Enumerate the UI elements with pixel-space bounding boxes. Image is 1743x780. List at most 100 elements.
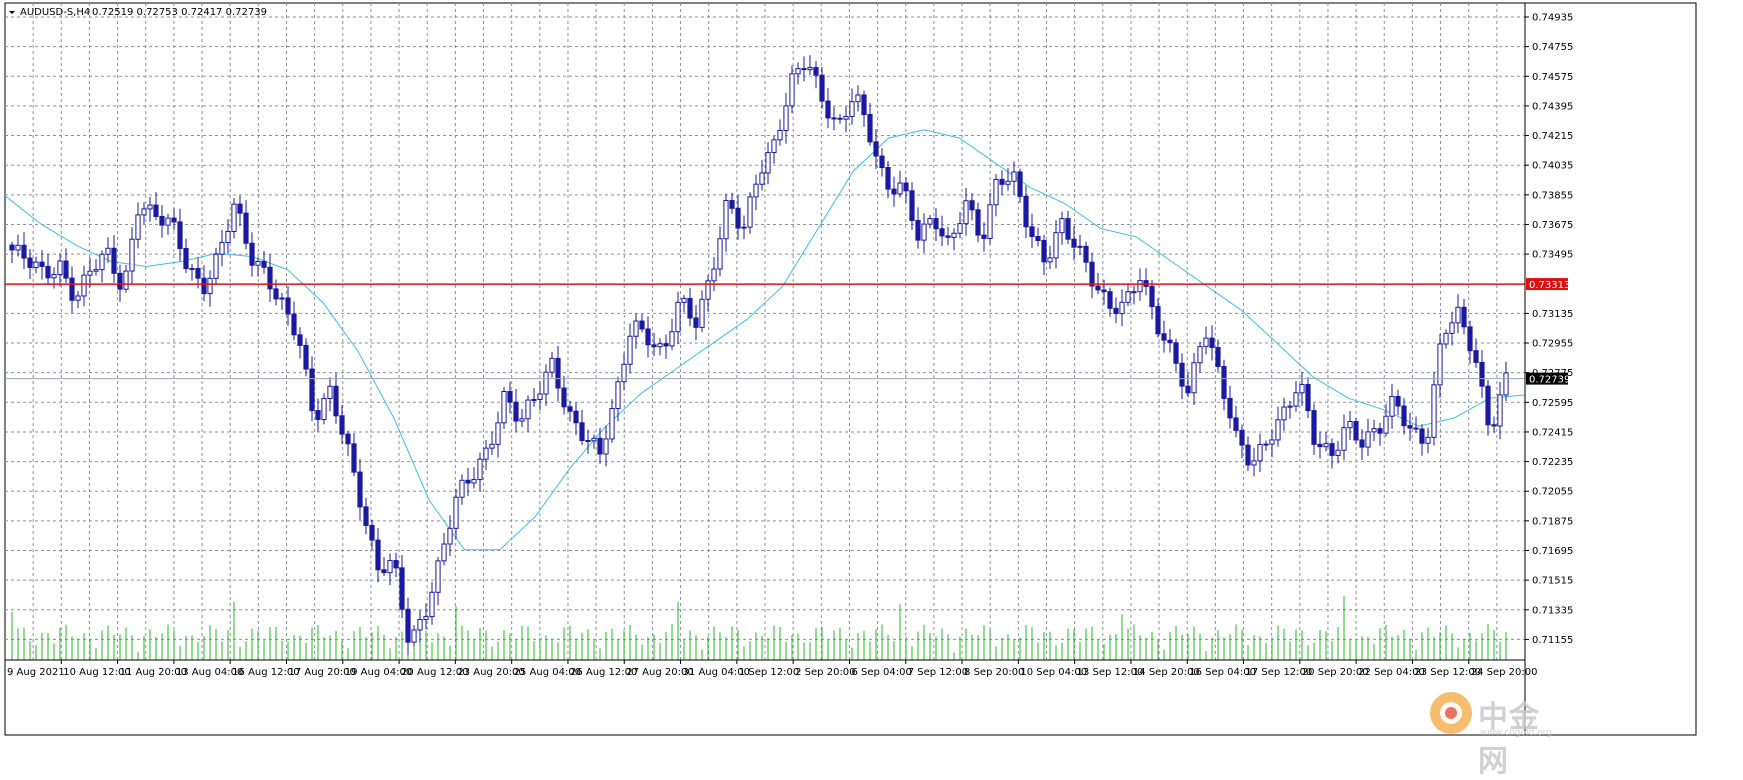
candle-body bbox=[309, 368, 315, 412]
candle-body bbox=[1035, 236, 1041, 241]
watermark-logo: 中金网 www.cngold.org bbox=[1428, 688, 1568, 779]
candle-body bbox=[1209, 337, 1215, 348]
horizontal-line-label: 0.73313 bbox=[1529, 280, 1570, 291]
y-tick-label: 0.72235 bbox=[1532, 457, 1573, 468]
candle-body bbox=[771, 139, 777, 153]
candle-body bbox=[375, 539, 381, 571]
candle-body bbox=[843, 115, 849, 120]
candle-body bbox=[1377, 428, 1383, 434]
candle-body bbox=[591, 437, 597, 442]
candle-body bbox=[1131, 291, 1137, 294]
candle-body bbox=[15, 244, 21, 251]
watermark-url: www.cngold.org bbox=[1480, 728, 1552, 738]
candle-body bbox=[669, 331, 675, 347]
candle-body bbox=[495, 422, 501, 445]
candle-body bbox=[501, 390, 507, 424]
candle-body bbox=[1113, 307, 1119, 315]
candle-body bbox=[891, 188, 897, 195]
candle-body bbox=[243, 212, 249, 244]
candle-body bbox=[1101, 289, 1107, 293]
candle-body bbox=[933, 218, 939, 230]
candle-body bbox=[579, 422, 585, 441]
symbol-label: AUDUSD-S,H4 bbox=[20, 7, 90, 18]
candle-body bbox=[1341, 427, 1347, 451]
y-tick-label: 0.73495 bbox=[1532, 250, 1573, 261]
candle-body bbox=[507, 390, 513, 403]
candle-body bbox=[33, 261, 39, 268]
candle-body bbox=[177, 221, 183, 249]
candle-body bbox=[153, 204, 159, 217]
candle-body bbox=[1149, 285, 1155, 308]
candle-body bbox=[99, 253, 105, 271]
candle-body bbox=[1119, 301, 1125, 315]
candle-body bbox=[525, 399, 531, 420]
candle-body bbox=[81, 274, 87, 297]
candle-body bbox=[471, 479, 477, 484]
candle-body bbox=[759, 172, 765, 185]
candle-body bbox=[915, 219, 921, 241]
candle-body bbox=[1029, 226, 1035, 238]
candle-body bbox=[711, 268, 717, 282]
y-tick-label: 0.74215 bbox=[1532, 131, 1573, 142]
candle-body bbox=[105, 247, 111, 255]
candle-body bbox=[621, 363, 627, 383]
candle-body bbox=[783, 105, 789, 131]
x-tick-label: 6 Sep 04:00 bbox=[851, 667, 911, 678]
candle-body bbox=[897, 182, 903, 195]
chart-header: AUDUSD-S,H4 0.72519 0.72753 0.72417 0.72… bbox=[9, 7, 267, 18]
price-chart[interactable]: 0.733130.72739 0.749350.747550.745750.74… bbox=[0, 0, 1743, 763]
candle-body bbox=[723, 200, 729, 240]
candle-body bbox=[1275, 419, 1281, 441]
candle-body bbox=[615, 381, 621, 410]
candle-body bbox=[585, 439, 591, 442]
candle-body bbox=[699, 298, 705, 328]
candle-body bbox=[327, 385, 333, 400]
candle-body bbox=[1221, 365, 1227, 399]
candle-body bbox=[441, 543, 447, 562]
candle-body bbox=[249, 242, 255, 266]
candle-body bbox=[1095, 285, 1101, 291]
candle-body bbox=[939, 228, 945, 237]
candle-body bbox=[1485, 385, 1491, 426]
candle-body bbox=[447, 527, 453, 545]
candle-body bbox=[1461, 306, 1467, 328]
ohlc-values: 0.72519 0.72753 0.72417 0.72739 bbox=[92, 7, 267, 18]
x-tick-label: 24 Sep 20:00 bbox=[1471, 667, 1538, 678]
candle-body bbox=[1479, 361, 1485, 387]
candle-body bbox=[741, 226, 747, 229]
candle-body bbox=[1407, 425, 1413, 429]
candle-body bbox=[1449, 322, 1455, 334]
candle-body bbox=[195, 267, 201, 279]
candle-body bbox=[819, 74, 825, 102]
candle-body bbox=[129, 238, 135, 272]
y-tick-label: 0.72415 bbox=[1532, 427, 1573, 438]
candle-body bbox=[27, 257, 33, 268]
candle-body bbox=[1329, 443, 1335, 456]
candle-body bbox=[1299, 383, 1305, 394]
candle-body bbox=[57, 260, 63, 275]
x-tick-label: 9 Aug 2021 bbox=[7, 667, 65, 678]
candle-body bbox=[663, 343, 669, 347]
candle-body bbox=[1173, 342, 1179, 364]
candle-body bbox=[1467, 326, 1473, 352]
candle-body bbox=[873, 141, 879, 157]
candle-body bbox=[69, 277, 75, 301]
candle-body bbox=[405, 608, 411, 643]
candle-body bbox=[777, 129, 783, 141]
candle-body bbox=[1497, 394, 1503, 427]
candle-body bbox=[9, 244, 15, 251]
candle-body bbox=[1473, 350, 1479, 363]
candle-body bbox=[1347, 420, 1353, 429]
candle-body bbox=[231, 203, 237, 232]
candle-body bbox=[39, 261, 45, 267]
candle-body bbox=[537, 393, 543, 400]
candle-body bbox=[993, 178, 999, 206]
candle-body bbox=[1239, 429, 1245, 446]
candle-body bbox=[567, 406, 573, 412]
candle-body bbox=[219, 241, 225, 255]
y-tick-label: 0.73855 bbox=[1532, 190, 1573, 201]
candle-body bbox=[483, 447, 489, 460]
candle-body bbox=[645, 328, 651, 346]
candle-body bbox=[963, 200, 969, 225]
y-tick-label: 0.72595 bbox=[1532, 398, 1573, 409]
